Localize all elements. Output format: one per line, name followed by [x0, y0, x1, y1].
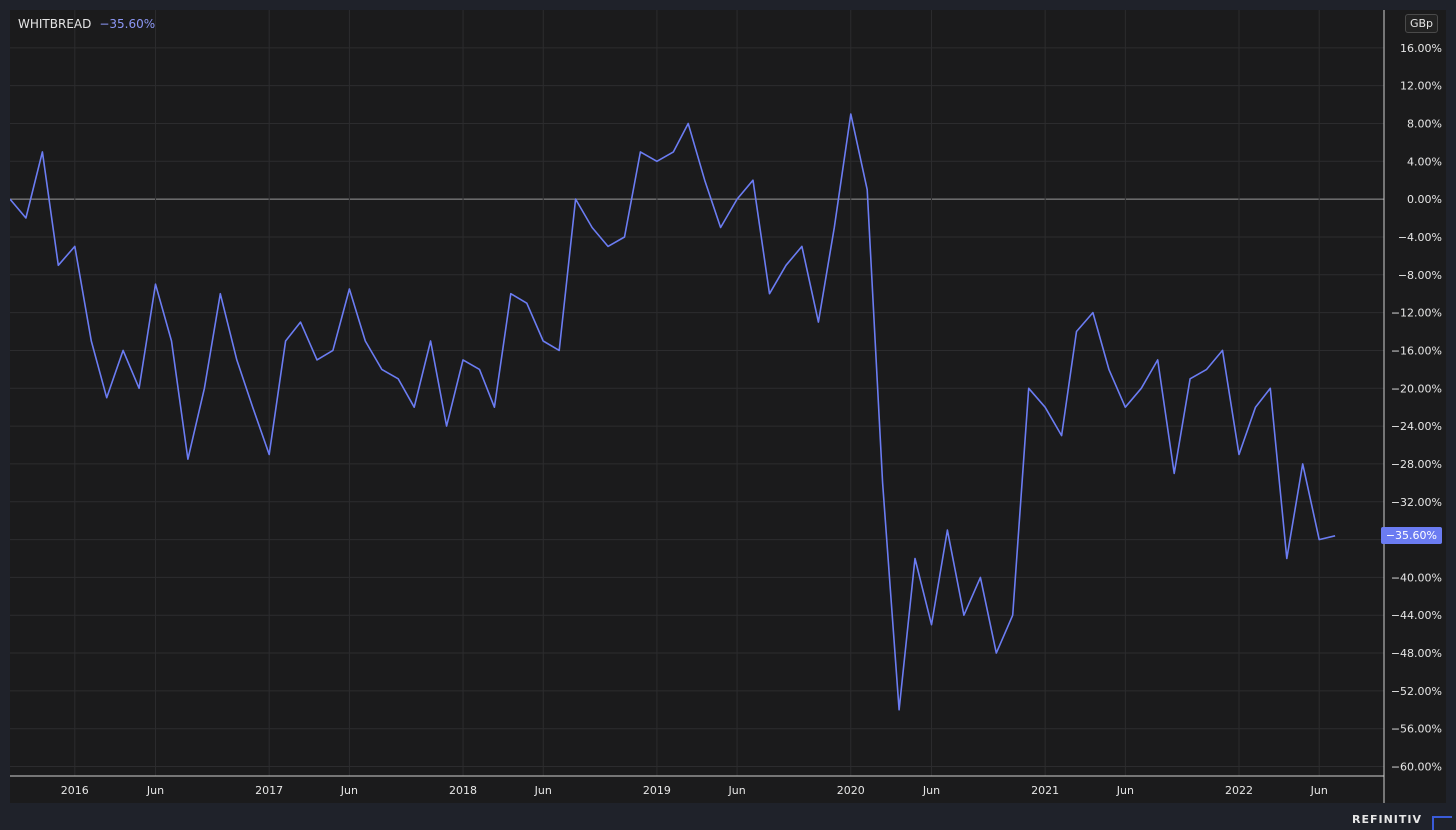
y-tick-label: 4.00%: [1407, 155, 1442, 168]
y-tick-label: −56.00%: [1391, 723, 1442, 736]
x-tick-label: 2021: [1031, 784, 1059, 797]
x-tick-label: 2018: [449, 784, 477, 797]
x-tick-label: 2020: [837, 784, 865, 797]
brand-logo-icon: [1432, 816, 1452, 830]
y-tick-label: −24.00%: [1391, 420, 1442, 433]
y-tick-label: −28.00%: [1391, 458, 1442, 471]
unit-badge[interactable]: GBp: [1404, 14, 1438, 33]
x-tick-label: Jun: [340, 784, 358, 797]
x-tick-label: Jun: [922, 784, 940, 797]
x-tick-label: Jun: [1310, 784, 1328, 797]
last-value-tag: −35.60%: [1380, 526, 1442, 544]
brand-label: REFINITIV: [1352, 813, 1422, 826]
x-tick-label: 2019: [643, 784, 671, 797]
y-tick-label: −32.00%: [1391, 496, 1442, 509]
y-tick-label: −40.00%: [1391, 571, 1442, 584]
x-tick-label: Jun: [146, 784, 164, 797]
legend-change: −35.60%: [99, 17, 156, 31]
y-tick-label: 0.00%: [1407, 193, 1442, 206]
x-tick-label: Jun: [1116, 784, 1134, 797]
legend-symbol: WHITBREAD: [18, 17, 92, 31]
y-tick-label: −8.00%: [1398, 269, 1442, 282]
y-tick-label: −4.00%: [1398, 231, 1442, 244]
y-tick-label: 12.00%: [1400, 80, 1442, 93]
x-tick-label: Jun: [728, 784, 746, 797]
y-tick-label: −48.00%: [1391, 647, 1442, 660]
y-tick-label: −16.00%: [1391, 344, 1442, 357]
x-tick-label: Jun: [534, 784, 552, 797]
x-tick-label: 2022: [1225, 784, 1253, 797]
x-tick-label: 2017: [255, 784, 283, 797]
x-tick-label: 2016: [61, 784, 89, 797]
y-tick-label: −12.00%: [1391, 307, 1442, 320]
y-tick-label: −52.00%: [1391, 685, 1442, 698]
y-tick-label: 8.00%: [1407, 117, 1442, 130]
y-tick-label: −44.00%: [1391, 609, 1442, 622]
series-line-whitbread: [10, 113, 1336, 711]
y-tick-label: 16.00%: [1400, 42, 1442, 55]
chart-panel: 16.00% 12.00% 8.00% 4.00% 0.00% −4.00% −8.00% −…: [10, 10, 1446, 803]
legend: WHITBREAD −35.60%: [18, 17, 155, 31]
y-tick-label: −60.00%: [1391, 761, 1442, 774]
chart-svg: 16.00% 12.00% 8.00% 4.00% 0.00% −4.00% −8.00% −…: [10, 10, 1442, 803]
y-tick-label: −20.00%: [1391, 382, 1442, 395]
